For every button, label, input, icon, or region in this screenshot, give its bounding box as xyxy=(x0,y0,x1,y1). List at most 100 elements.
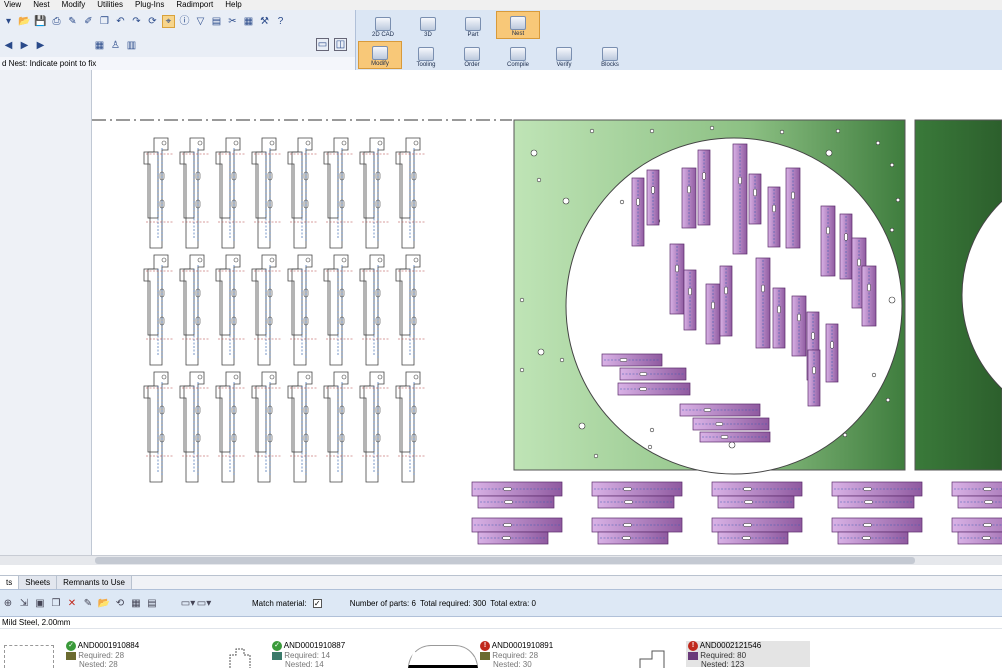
folder-add-icon[interactable]: ▣ xyxy=(34,597,46,609)
slot xyxy=(623,523,632,527)
ribbon-part-button[interactable]: Part xyxy=(451,11,495,39)
info-icon[interactable]: ⓘ xyxy=(178,15,191,28)
add-part-icon[interactable]: ⊕ xyxy=(2,597,14,609)
parts-toolbar: ⊕ ⇲ ▣ ❐ ✕ ✎ 📂 ⟲ ▦ ▤ ▭▾ ▭▾ Match material… xyxy=(0,589,1002,617)
ribbon-blocks-button[interactable]: Blocks xyxy=(588,41,632,69)
menu-help[interactable]: Help xyxy=(225,0,241,10)
delete-icon[interactable]: ✕ xyxy=(66,597,78,609)
window-tile-icon[interactable]: ▭ xyxy=(316,38,329,51)
hole xyxy=(161,140,167,146)
import-icon[interactable]: ⇲ xyxy=(18,597,30,609)
part-thumbnail[interactable] xyxy=(226,645,254,668)
ribbon-3d-button[interactable]: 3D xyxy=(406,11,450,39)
pencil-icon[interactable]: ✎ xyxy=(66,15,79,28)
properties-icon[interactable]: ▤ xyxy=(146,597,158,609)
menu-view[interactable]: View xyxy=(4,0,21,10)
part-outline xyxy=(183,268,195,336)
scissors-icon[interactable]: ✂ xyxy=(226,15,239,28)
tab-parts[interactable]: ts xyxy=(0,576,20,589)
bottom-part xyxy=(591,481,683,497)
hole xyxy=(305,257,311,263)
horizontal-scrollbar[interactable] xyxy=(0,555,1002,565)
part-thumbnail[interactable] xyxy=(634,645,674,668)
ribbon-tooling-button[interactable]: Tooling xyxy=(404,41,448,69)
slot xyxy=(742,536,751,540)
part-outline xyxy=(291,151,303,219)
save-icon[interactable]: 💾 xyxy=(34,15,47,28)
next-icon[interactable]: ▶ xyxy=(34,39,47,52)
chart-icon[interactable]: ▤ xyxy=(210,15,223,28)
slot xyxy=(502,536,511,540)
calculator-icon[interactable]: ▦ xyxy=(242,15,255,28)
new-icon[interactable]: ▾ xyxy=(2,15,15,28)
bottom-part xyxy=(477,495,555,509)
part-card[interactable]: ! AND0001910891 Required: 28 Nested: 30 xyxy=(480,641,553,669)
nest-canvas[interactable] xyxy=(92,70,1002,555)
redo-icon[interactable]: ↷ xyxy=(130,15,143,28)
cube-icon xyxy=(420,17,436,31)
filter-icon[interactable]: ▽ xyxy=(194,15,207,28)
edit-part-icon[interactable]: ✎ xyxy=(82,597,94,609)
nested-part xyxy=(755,257,771,349)
ribbon-compile-button[interactable]: Compile xyxy=(496,41,540,69)
undo-icon[interactable]: ↶ xyxy=(114,15,127,28)
play-icon[interactable]: ▶ xyxy=(18,39,31,52)
bottom-tabs: ts Sheets Remnants to Use xyxy=(0,575,1002,589)
match-material-checkbox[interactable]: ✓ xyxy=(312,598,322,608)
menu-utilities[interactable]: Utilities xyxy=(97,0,123,10)
menu-radimport[interactable]: Radimport xyxy=(176,0,213,10)
part-outline xyxy=(219,151,231,219)
slot xyxy=(862,536,871,540)
person-icon[interactable]: ♙ xyxy=(109,39,122,52)
ribbon-nest-button[interactable]: Nest xyxy=(496,11,540,39)
ribbon-modify-button[interactable]: Modify xyxy=(358,41,402,69)
part-card-selected[interactable]: ! AND0002121546 Required: 80 Nested: 123 xyxy=(686,641,810,669)
slot xyxy=(844,233,848,241)
print-icon[interactable]: ⎙ xyxy=(50,15,63,28)
part-thumbnail[interactable] xyxy=(408,645,478,668)
part-outline xyxy=(363,268,375,336)
nest-drawing[interactable] xyxy=(92,70,1002,555)
refresh-icon[interactable]: ⟲ xyxy=(114,597,126,609)
copy-icon[interactable]: ❐ xyxy=(98,15,111,28)
tools-icon[interactable]: ⚒ xyxy=(258,15,271,28)
bottom-part xyxy=(957,495,1002,509)
table-icon[interactable]: ▥ xyxy=(125,39,138,52)
sheet-hole xyxy=(530,149,538,157)
slot xyxy=(983,523,992,527)
part-thumbnail[interactable] xyxy=(4,645,54,668)
menu-modify[interactable]: Modify xyxy=(62,0,86,10)
menu-plugins[interactable]: Plug-Ins xyxy=(135,0,164,10)
tab-remnants[interactable]: Remnants to Use xyxy=(57,576,132,589)
ribbon-verify-button[interactable]: Verify xyxy=(542,41,586,69)
open-icon[interactable]: 📂 xyxy=(18,15,31,28)
window-split-icon[interactable]: ◫ xyxy=(334,38,347,51)
part-card[interactable]: ✓ AND0001910884 Required: 28 Nested: 28 xyxy=(66,641,139,669)
copy-part-icon[interactable]: ❐ xyxy=(50,597,62,609)
sheet-hole xyxy=(519,297,525,303)
brush-icon[interactable]: ✐ xyxy=(82,15,95,28)
sheet-hole xyxy=(825,149,833,157)
select-icon[interactable]: ⌖ xyxy=(162,14,175,28)
help-icon[interactable]: ? xyxy=(274,15,287,28)
view-mode-icon[interactable]: ▭▾ xyxy=(181,597,195,609)
rotate-icon[interactable]: ⟳ xyxy=(146,15,159,28)
scrollbar-thumb[interactable] xyxy=(95,557,915,564)
sheet-hole xyxy=(537,348,545,356)
part-card[interactable]: ✓ AND0001910887 Required: 14 Nested: 14 xyxy=(272,641,345,669)
hole xyxy=(413,140,419,146)
prev-icon[interactable]: ◀ xyxy=(2,39,15,52)
menu-nest[interactable]: Nest xyxy=(33,0,49,10)
sort-mode-icon[interactable]: ▭▾ xyxy=(197,597,211,609)
tab-sheets[interactable]: Sheets xyxy=(19,576,58,589)
grid-view-icon[interactable]: ▦ xyxy=(130,597,142,609)
slot xyxy=(857,258,861,267)
unnested-part xyxy=(359,371,390,483)
ribbon-order-button[interactable]: Order xyxy=(450,41,494,69)
ribbon-2d-cad-button[interactable]: 2D CAD xyxy=(361,11,405,39)
nested-part xyxy=(767,186,781,248)
blocks-icon xyxy=(602,47,618,61)
open-folder-icon[interactable]: 📂 xyxy=(98,597,110,609)
grid-icon[interactable]: ▦ xyxy=(93,39,106,52)
hole xyxy=(377,140,383,146)
